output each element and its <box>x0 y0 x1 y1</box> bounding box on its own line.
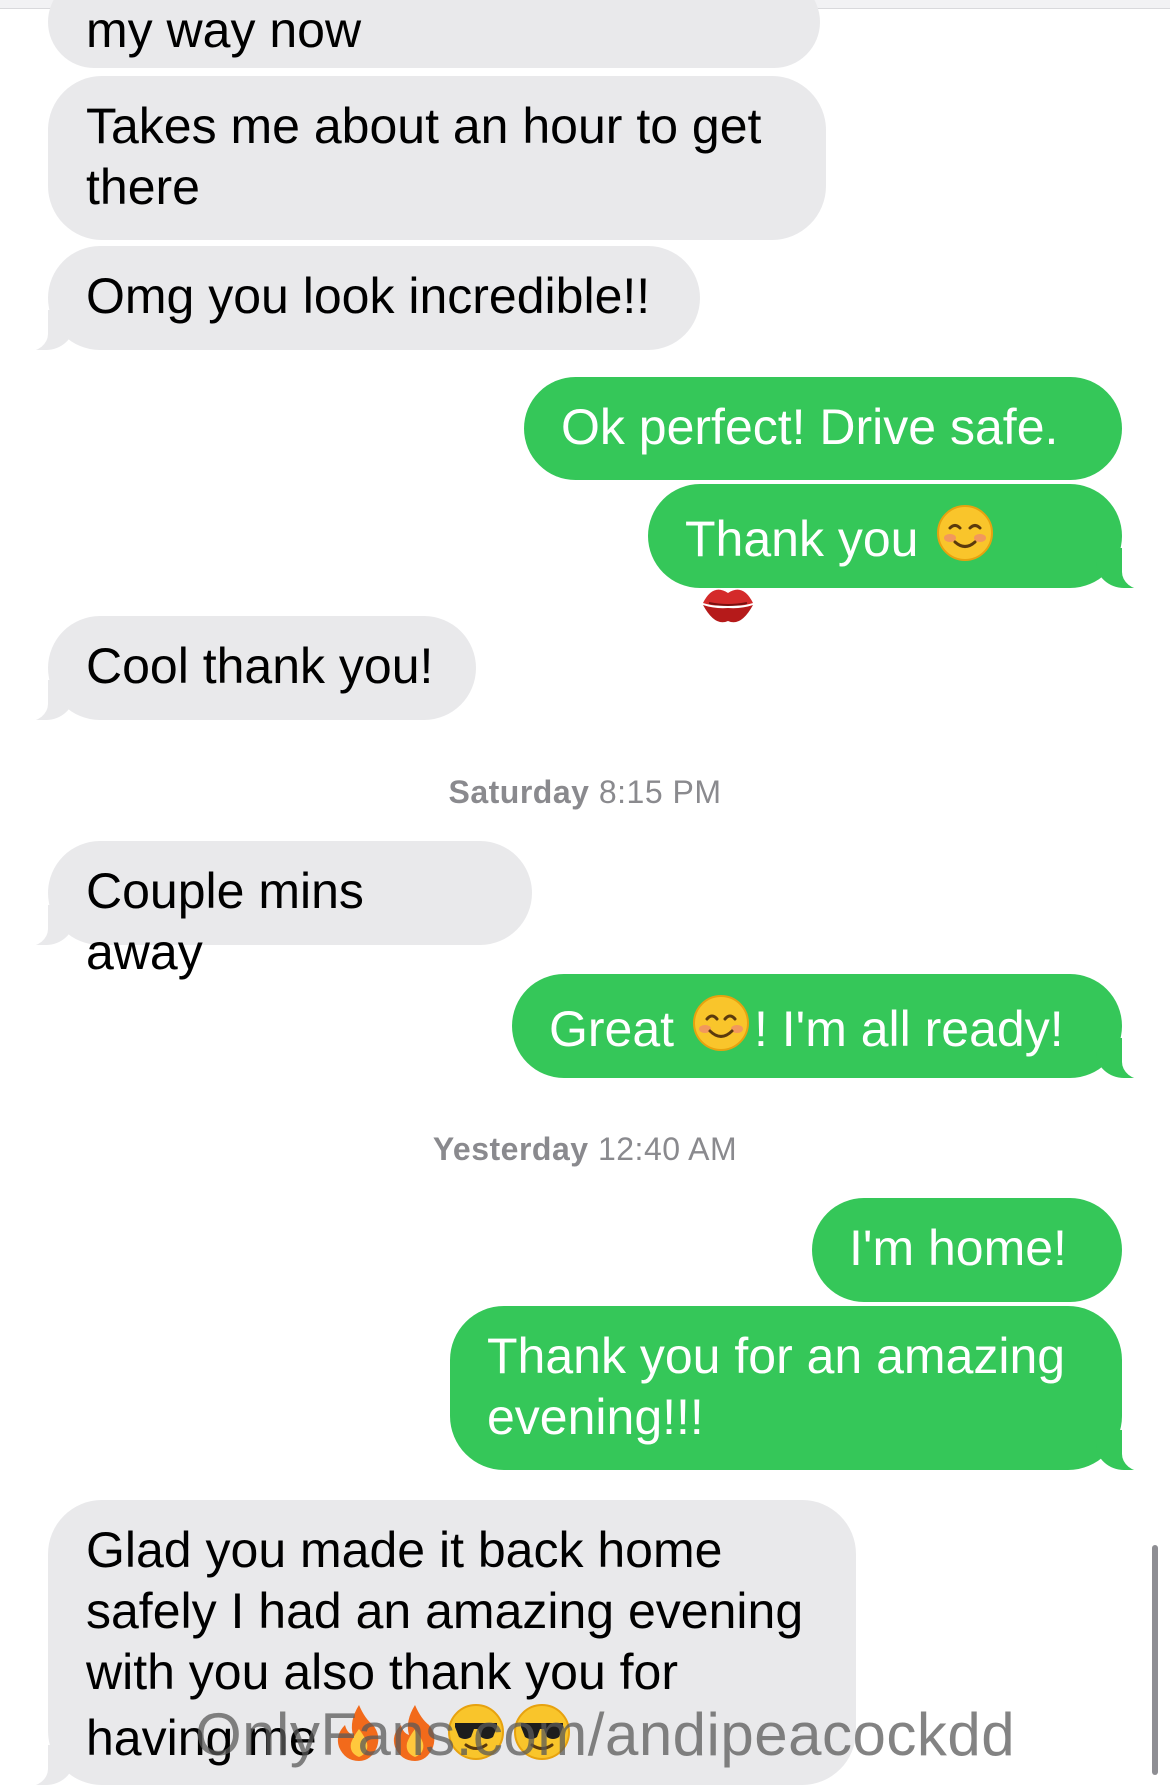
message-bubble-sent[interactable]: Thank you for an amazing evening!!! <box>450 1306 1156 1472</box>
message-bubble-received[interactable]: Couple mins away <box>14 841 532 980</box>
message-text: Couple mins away <box>86 863 364 980</box>
scrollbar[interactable] <box>1152 1545 1158 1775</box>
timestamp-time: 12:40 AM <box>597 1131 738 1167</box>
timestamp: Saturday 8:15 PM <box>0 774 1170 811</box>
message-text: Cool thank you! <box>86 638 434 694</box>
timestamp-day: Saturday <box>448 774 590 810</box>
smiling-blush-emoji-icon <box>936 504 994 576</box>
message-bubble-sent[interactable]: Ok perfect! Drive safe. <box>524 377 1122 480</box>
message-text: Ok perfect! Drive safe. <box>561 399 1059 455</box>
message-text: Great <box>549 1001 675 1057</box>
smiling-face-emoji-icon <box>692 994 750 1066</box>
timestamp-time: 8:15 PM <box>598 774 722 810</box>
timestamp-day: Yesterday <box>432 1131 589 1167</box>
message-text: I'm home! <box>849 1220 1067 1276</box>
message-bubble-received[interactable]: Cool thank you! <box>14 616 476 722</box>
watermark: OnlyFans.com/andipeacockdd <box>195 1701 1016 1768</box>
message-text: Thank you <box>685 511 919 567</box>
message-text: Thank you for an amazing evening!!! <box>487 1328 1066 1445</box>
message-bubble-received[interactable]: Omg you look incredible!! <box>14 246 700 352</box>
kiss-mark-emoji-icon <box>699 579 757 643</box>
message-bubble-received[interactable]: my way now <box>48 0 820 68</box>
message-text: Omg you look incredible!! <box>86 268 651 324</box>
timestamp: Yesterday 12:40 AM <box>0 1131 1170 1168</box>
message-bubble-sent[interactable]: I'm home! <box>812 1198 1122 1302</box>
message-bubble-sent[interactable]: Great ! I'm all ready! <box>512 974 1156 1080</box>
message-text: ! I'm all ready! <box>753 1001 1064 1057</box>
message-text: Takes me about an hour to get there <box>86 98 762 215</box>
message-thread[interactable]: my way now Takes me about an hour to get… <box>0 0 1170 1787</box>
message-bubble-received[interactable]: Takes me about an hour to get there <box>48 76 826 240</box>
message-bubble-sent[interactable]: Thank you <box>648 484 1156 623</box>
message-text: my way now <box>86 2 362 58</box>
